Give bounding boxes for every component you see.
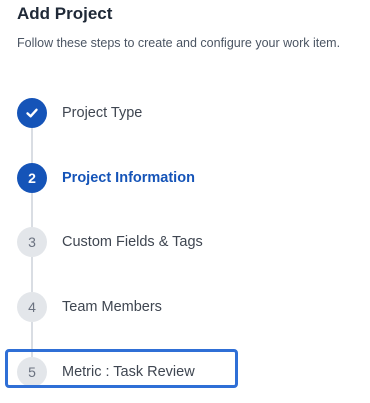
step-team-members[interactable]: 4 Team Members: [17, 291, 162, 323]
step-number: 4: [17, 292, 47, 322]
step-label: Metric : Task Review: [62, 364, 195, 380]
step-connector: [31, 193, 33, 228]
step-label: Custom Fields & Tags: [62, 234, 203, 250]
step-custom-fields-tags[interactable]: 3 Custom Fields & Tags: [17, 226, 203, 258]
step-connector: [31, 322, 33, 357]
check-icon: [26, 108, 38, 118]
page-title: Add Project: [17, 4, 113, 23]
step-label: Project Information: [62, 170, 195, 186]
step-connector: [31, 128, 33, 164]
step-indicator-completed: [17, 98, 47, 128]
step-connector: [31, 257, 33, 292]
step-project-type[interactable]: Project Type: [17, 97, 142, 129]
step-project-information[interactable]: 2 Project Information: [17, 162, 195, 194]
step-metric-task-review[interactable]: 5 Metric : Task Review: [17, 356, 195, 388]
step-label: Team Members: [62, 299, 162, 315]
step-number: 2: [17, 163, 47, 193]
step-label: Project Type: [62, 105, 143, 121]
step-number: 5: [17, 357, 47, 387]
page-subtitle: Follow these steps to create and configu…: [17, 36, 341, 50]
add-project-panel: Add Project Follow these steps to create…: [0, 0, 370, 403]
step-number: 3: [17, 227, 47, 257]
